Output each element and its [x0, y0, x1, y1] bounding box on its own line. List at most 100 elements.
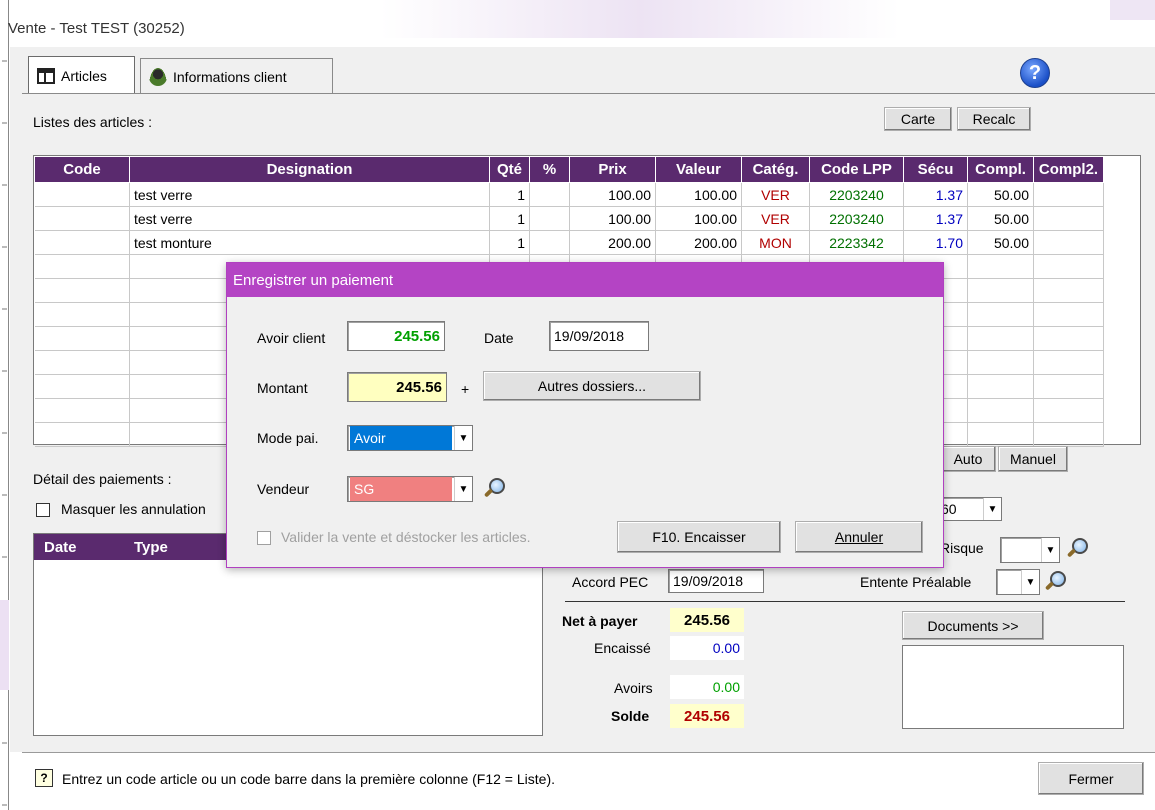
avoirs-label: Avoirs	[614, 680, 653, 696]
search-icon[interactable]	[483, 477, 505, 499]
table-row[interactable]: test verre 1 100.00 100.00 VER 2203240 1…	[34, 182, 1104, 207]
cell-designation[interactable]: test monture	[129, 230, 490, 255]
column-header[interactable]: Type	[104, 539, 224, 556]
column-header[interactable]: Prix	[569, 156, 656, 183]
cell-prix[interactable]: 200.00	[569, 230, 656, 255]
montant-field[interactable]: 245.56	[347, 372, 447, 402]
cell-valeur[interactable]: 100.00	[655, 206, 742, 231]
cell-lpp[interactable]: 2203240	[809, 206, 904, 231]
encaisser-button[interactable]: F10. Encaisser	[617, 521, 781, 553]
column-header[interactable]: Code	[34, 156, 130, 183]
cell-pct[interactable]	[529, 182, 570, 207]
cell-compl[interactable]: 50.00	[967, 206, 1034, 231]
cell-lpp[interactable]: 2203240	[809, 182, 904, 207]
annuler-button[interactable]: Annuler	[795, 521, 923, 553]
cell-secu[interactable]: 1.70	[903, 230, 968, 255]
cell-categ[interactable]: VER	[741, 206, 810, 231]
recalc-button[interactable]: Recalc	[957, 107, 1031, 131]
plus-sign: +	[461, 381, 470, 397]
cell-qte[interactable]: 1	[489, 230, 530, 255]
combo-60[interactable]: 60 ▼	[936, 497, 1002, 521]
chevron-down-icon[interactable]: ▼	[1021, 570, 1039, 594]
cell-secu[interactable]: 1.37	[903, 182, 968, 207]
auto-button[interactable]: Auto	[940, 446, 996, 472]
status-hint: Entrez un code article ou un code barre …	[62, 771, 556, 787]
select-value: SG	[350, 477, 452, 501]
accord-pec-field[interactable]: 19/09/2018	[668, 569, 764, 593]
chevron-down-icon[interactable]: ▼	[454, 426, 472, 450]
cell-compl2[interactable]	[1033, 206, 1104, 231]
help-icon[interactable]: ?	[1020, 58, 1050, 88]
chevron-down-icon[interactable]: ▼	[454, 477, 472, 501]
cell-designation[interactable]: test verre	[129, 206, 490, 231]
cell-valeur[interactable]: 200.00	[655, 230, 742, 255]
background-decoration	[0, 600, 9, 690]
encaisse-value: 0.00	[670, 636, 744, 660]
cell-code[interactable]	[34, 230, 130, 255]
date-label: Date	[484, 330, 514, 346]
close-button[interactable]: Fermer	[1038, 762, 1144, 795]
cell-compl[interactable]: 50.00	[967, 230, 1034, 255]
column-header[interactable]: Compl2.	[1033, 156, 1104, 183]
cell-compl[interactable]: 50.00	[967, 182, 1034, 207]
column-header[interactable]: Designation	[129, 156, 490, 183]
search-icon[interactable]	[1066, 537, 1088, 559]
search-icon[interactable]	[1044, 570, 1066, 592]
column-header[interactable]: Code LPP	[809, 156, 904, 183]
tab-informations-client[interactable]: Informations client	[140, 58, 333, 94]
autres-dossiers-button[interactable]: Autres dossiers...	[483, 371, 701, 401]
payments-section-label: Détail des paiements :	[33, 471, 172, 487]
valider-checkbox[interactable]	[257, 531, 271, 545]
encaisse-label: Encaissé	[594, 640, 651, 656]
cell-code[interactable]	[34, 206, 130, 231]
cell-categ[interactable]: VER	[741, 182, 810, 207]
chevron-down-icon[interactable]: ▼	[1041, 538, 1059, 562]
cell-compl2[interactable]	[1033, 230, 1104, 255]
documents-button[interactable]: Documents >>	[902, 611, 1044, 640]
cell-secu[interactable]: 1.37	[903, 206, 968, 231]
cell-pct[interactable]	[529, 230, 570, 255]
cell-qte[interactable]: 1	[489, 182, 530, 207]
cell-compl2[interactable]	[1033, 182, 1104, 207]
table-row[interactable]: test verre 1 100.00 100.00 VER 2203240 1…	[34, 206, 1104, 231]
entente-combo[interactable]: ▼	[996, 569, 1040, 595]
tab-divider	[22, 93, 1155, 94]
avoir-client-field[interactable]: 245.56	[347, 321, 445, 351]
column-header[interactable]: Sécu	[903, 156, 968, 183]
dialog-title: Enregistrer un paiement	[227, 263, 943, 297]
carte-button[interactable]: Carte	[884, 107, 952, 131]
column-header[interactable]: Compl.	[967, 156, 1034, 183]
column-header[interactable]: %	[529, 156, 570, 183]
tab-articles[interactable]: Articles	[28, 56, 135, 94]
avoirs-value: 0.00	[670, 675, 744, 699]
cell-valeur[interactable]: 100.00	[655, 182, 742, 207]
date-field[interactable]: 19/09/2018	[549, 321, 649, 351]
avoir-client-label: Avoir client	[257, 330, 326, 346]
column-header[interactable]: Catég.	[741, 156, 810, 183]
cell-designation[interactable]: test verre	[129, 182, 490, 207]
divider	[22, 752, 1155, 753]
cell-lpp[interactable]: 2223342	[809, 230, 904, 255]
mask-cancel-checkbox[interactable]	[36, 503, 50, 517]
cell-prix[interactable]: 100.00	[569, 182, 656, 207]
chevron-down-icon[interactable]: ▼	[983, 498, 1001, 520]
background-decoration	[380, 0, 900, 38]
column-header[interactable]: Qté	[489, 156, 530, 183]
table-row[interactable]: test monture 1 200.00 200.00 MON 2223342…	[34, 230, 1104, 255]
cell-pct[interactable]	[529, 206, 570, 231]
column-header[interactable]: Date	[34, 539, 104, 556]
column-header[interactable]: Valeur	[655, 156, 742, 183]
help-hint-icon: ?	[35, 769, 53, 787]
cell-code[interactable]	[34, 182, 130, 207]
cell-categ[interactable]: MON	[741, 230, 810, 255]
manuel-button[interactable]: Manuel	[998, 446, 1068, 472]
documents-list[interactable]	[902, 645, 1124, 729]
solde-value: 245.56	[670, 704, 744, 728]
cell-prix[interactable]: 100.00	[569, 206, 656, 231]
mode-pai-select[interactable]: Avoir ▼	[347, 425, 473, 451]
risque-combo[interactable]: ▼	[1000, 537, 1060, 563]
tab-label: Articles	[61, 67, 107, 84]
accord-pec-label: Accord PEC	[572, 574, 649, 590]
vendeur-select[interactable]: SG ▼	[347, 476, 473, 502]
cell-qte[interactable]: 1	[489, 206, 530, 231]
